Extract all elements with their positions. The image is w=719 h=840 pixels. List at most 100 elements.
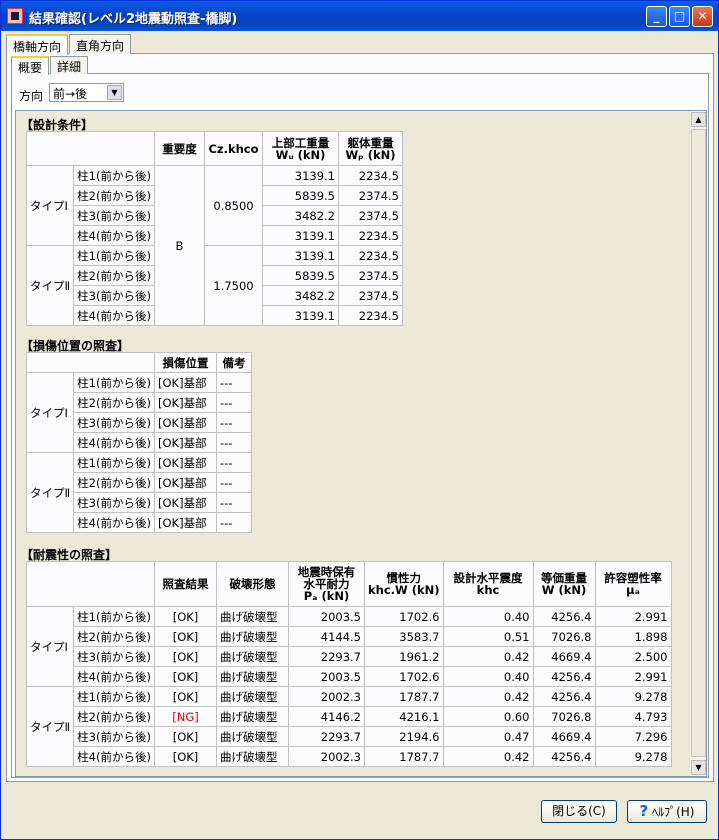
note-value: ---: [216, 412, 252, 433]
minimize-button[interactable]: _: [646, 6, 667, 27]
col-damage-pos: 損傷位置: [154, 352, 217, 373]
column-name: 柱1(前から後): [73, 245, 155, 266]
type-label: タイプⅠ: [25, 606, 75, 687]
mu-value: 2.500: [594, 646, 672, 667]
inertia-value: 4216.1: [364, 706, 444, 727]
equiv-weight-value: 7026.8: [532, 626, 596, 647]
col-inertia: 慣性力 khc.W (kN): [364, 561, 444, 607]
column-name: 柱2(前から後): [73, 185, 155, 206]
note-value: ---: [216, 392, 252, 413]
equiv-weight-value: 4669.4: [532, 726, 596, 747]
title-bar[interactable]: 結果確認(レベル2地震動照査-橋脚) _ □ ✕: [1, 1, 718, 31]
table-row: タイプⅡ 柱1(前から後) 1.7500 3139.1 2234.5: [25, 245, 403, 326]
note-value: ---: [216, 432, 252, 453]
check-result-value: [OK]: [154, 626, 217, 647]
col-wp: 躯体重量 Wₚ (kN): [338, 131, 403, 166]
close-button[interactable]: 閉じる(C): [541, 800, 617, 823]
seismic-table: 照査結果 破壊形態 地震時保有 水平耐力 Pₐ (kN) 慣性力 khc.W (kN)…: [25, 561, 672, 767]
type-label: タイプⅡ: [25, 452, 75, 533]
chevron-down-icon[interactable]: ▼: [107, 85, 122, 100]
inertia-value: 1702.6: [364, 666, 444, 687]
mu-value: 4.793: [594, 706, 672, 727]
inertia-value: 1787.7: [364, 746, 444, 767]
column-name: 柱1(前から後): [73, 165, 155, 186]
importance-value: B: [154, 165, 205, 326]
type-label: タイプⅡ: [25, 245, 75, 326]
tab-detail[interactable]: 詳細: [50, 56, 89, 74]
table-row: タイプⅠ 柱1(前から後) B 0.8500 3139.1 2234.5: [25, 165, 403, 326]
column-name: 柱2(前から後): [73, 472, 155, 493]
main-window: 結果確認(レベル2地震動照査-橋脚) _ □ ✕ 橋軸方向 直角方向 概要 詳細…: [0, 0, 719, 840]
table-row: 柱3(前から後) [OK] 曲げ破壊型 2293.7 2194.6 0.47 4669.4 7…: [27, 726, 672, 747]
tab-bridge-axis[interactable]: 橋軸方向: [6, 34, 69, 55]
vertical-scrollbar[interactable]: ▲ ▼: [689, 111, 706, 776]
results-scroll-area[interactable]: 【設計条件】 重要度 Cz.khco 上部工重量 Wᵤ (kN) 躯体重量 Wₚ (…: [15, 110, 707, 777]
failure-mode-value: 曲げ破壊型: [216, 706, 289, 727]
scroll-down-icon[interactable]: ▼: [691, 760, 706, 775]
failure-mode-value: 曲げ破壊型: [216, 606, 289, 627]
col-note: 備考: [216, 352, 252, 373]
table-row: タイプⅠ 柱1(前から後) [OK]基部 ---: [25, 372, 252, 453]
table-row: タイプⅠ 柱1(前から後) [OK] 曲げ破壊型 2003.5 1702.6 0.40 425…: [25, 606, 672, 687]
khc-value: 0.51: [442, 626, 534, 647]
wp-value: 2234.5: [338, 305, 403, 326]
tab-summary[interactable]: 概要: [11, 56, 50, 75]
mu-value: 2.991: [594, 606, 672, 627]
damage-position-value: [OK]基部: [154, 432, 217, 453]
wp-value: 2374.5: [338, 205, 403, 226]
maximize-button[interactable]: □: [669, 6, 690, 27]
wp-value: 2374.5: [338, 185, 403, 206]
tab-perpendicular[interactable]: 直角方向: [69, 34, 132, 54]
scroll-up-icon[interactable]: ▲: [691, 112, 706, 127]
equiv-weight-value: 4256.4: [532, 746, 596, 767]
pa-value: 2003.5: [288, 666, 365, 687]
mu-value: 7.296: [594, 726, 672, 747]
help-button[interactable]: ? ﾍﾙﾌﾟ(H): [627, 800, 707, 823]
top-tab-strip: 橋軸方向 直角方向: [6, 34, 132, 55]
check-result-value: [OK]: [154, 726, 217, 747]
table-row: 柱3(前から後) [OK] 曲げ破壊型 2293.7 1961.2 0.42 4669.4 2…: [27, 646, 672, 667]
wp-value: 2374.5: [338, 265, 403, 286]
wu-value: 5839.5: [262, 185, 339, 206]
failure-mode-value: 曲げ破壊型: [216, 626, 289, 647]
wu-value: 3139.1: [262, 305, 339, 326]
inertia-value: 3583.7: [364, 626, 444, 647]
check-result-value: [OK]: [154, 606, 217, 627]
damage-position-value: [OK]基部: [154, 492, 217, 513]
equiv-weight-value: 7026.8: [532, 706, 596, 727]
khc-value: 0.42: [442, 686, 534, 707]
sub-tab-strip: 概要 詳細: [11, 56, 89, 75]
wu-value: 3482.2: [262, 285, 339, 306]
col-pa: 地震時保有 水平耐力 Pₐ (kN): [288, 561, 365, 607]
direction-value: 前→後: [53, 87, 88, 101]
column-name: 柱1(前から後): [73, 606, 155, 627]
column-name: 柱4(前から後): [73, 666, 155, 687]
column-name: 柱4(前から後): [73, 746, 155, 767]
close-window-button[interactable]: ✕: [692, 6, 713, 27]
khc-value: 0.40: [442, 666, 534, 687]
column-name: 柱1(前から後): [73, 452, 155, 473]
design-table: 重要度 Cz.khco 上部工重量 Wᵤ (kN) 躯体重量 Wₚ (kN) タイプ…: [25, 131, 403, 326]
direction-label: 方向: [19, 89, 44, 103]
check-result-value: [OK]: [154, 686, 217, 707]
column-name: 柱3(前から後): [73, 285, 155, 306]
wu-value: 3139.1: [262, 225, 339, 246]
khc-value: 0.47: [442, 726, 534, 747]
note-value: ---: [216, 492, 252, 513]
window-title: 結果確認(レベル2地震動照査-橋脚): [29, 12, 238, 27]
wp-value: 2234.5: [338, 165, 403, 186]
table-row: タイプⅡ 柱1(前から後) [OK]基部 ---: [25, 452, 252, 533]
column-name: 柱3(前から後): [73, 646, 155, 667]
column-name: 柱4(前から後): [73, 512, 155, 533]
damage-position-value: [OK]基部: [154, 372, 217, 393]
col-wu: 上部工重量 Wᵤ (kN): [262, 131, 339, 166]
direction-select[interactable]: 前→後 ▼: [49, 83, 124, 102]
failure-mode-value: 曲げ破壊型: [216, 726, 289, 747]
column-name: 柱1(前から後): [73, 372, 155, 393]
khc-value: 0.40: [442, 606, 534, 627]
pa-value: 2002.3: [288, 686, 365, 707]
column-name: 柱3(前から後): [73, 492, 155, 513]
scroll-thumb[interactable]: [691, 129, 706, 757]
column-name: 柱3(前から後): [73, 205, 155, 226]
note-value: ---: [216, 512, 252, 533]
